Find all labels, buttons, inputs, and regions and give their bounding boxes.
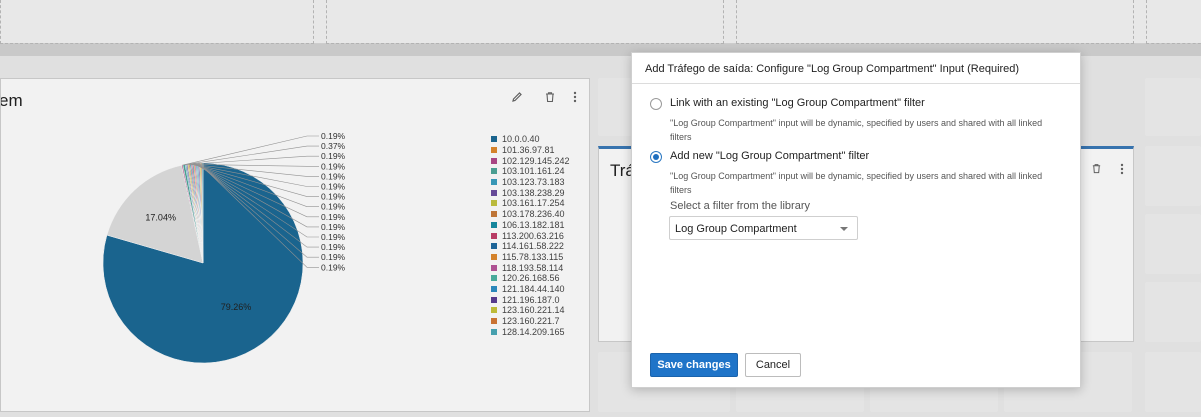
dialog-title: Add Tráfego de saída: Configure "Log Gro… bbox=[632, 53, 1080, 84]
cancel-button[interactable]: Cancel bbox=[745, 353, 801, 377]
link-existing-radio[interactable] bbox=[650, 98, 662, 110]
add-new-help: "Log Group Compartment" input will be dy… bbox=[670, 171, 1043, 195]
filter-select[interactable]: Log Group Compartment bbox=[669, 216, 858, 240]
add-new-radio[interactable] bbox=[650, 151, 662, 163]
filter-select-label: Select a filter from the library bbox=[670, 200, 810, 212]
link-existing-help: "Log Group Compartment" input will be dy… bbox=[670, 118, 1043, 142]
link-existing-label[interactable]: Link with an existing "Log Group Compart… bbox=[670, 97, 925, 109]
configure-input-dialog: Add Tráfego de saída: Configure "Log Gro… bbox=[631, 52, 1081, 388]
save-changes-button[interactable]: Save changes bbox=[650, 353, 738, 377]
chevron-down-icon bbox=[840, 227, 848, 231]
add-new-label[interactable]: Add new "Log Group Compartment" filter bbox=[670, 150, 869, 162]
filter-select-value: Log Group Compartment bbox=[675, 223, 797, 235]
